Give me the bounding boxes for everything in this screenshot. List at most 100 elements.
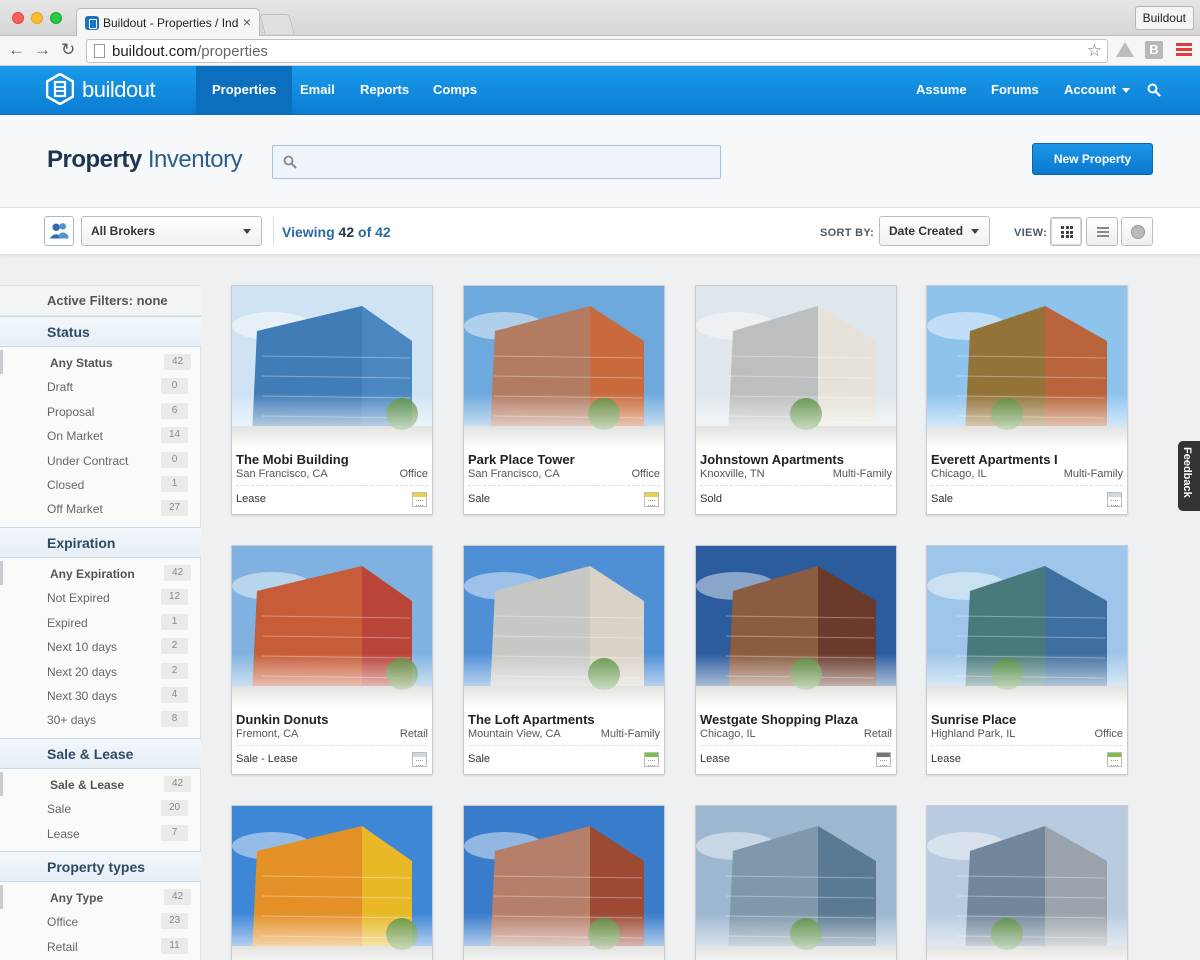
calendar-icon[interactable]	[644, 752, 659, 767]
browser-tab[interactable]: Buildout - Properties / Inde ×	[76, 8, 260, 37]
property-card[interactable]: Johnstown Apartments Knoxville, TN Multi-F…	[695, 285, 897, 515]
filter-option[interactable]: Proposal 6	[0, 399, 201, 423]
filter-option[interactable]: Sale & Lease 42	[0, 772, 201, 796]
nav-properties[interactable]: Properties	[196, 66, 293, 114]
filter-option[interactable]: Any Status 42	[0, 350, 201, 374]
filter-option[interactable]: Off Market 27	[0, 496, 201, 520]
filter-section-expiration[interactable]: Expiration	[0, 527, 201, 558]
property-photo[interactable]	[696, 286, 896, 448]
property-card[interactable]: Westgate Shopping Plaza Chicago, IL Retail…	[695, 545, 897, 775]
property-title[interactable]: Dunkin Donuts	[236, 712, 328, 727]
grid-view-button[interactable]	[1050, 217, 1082, 246]
property-card[interactable]: The Loft Apartments Mountain View, CA Mult…	[463, 545, 665, 775]
broker-select[interactable]: All Brokers	[81, 216, 262, 246]
window-minimize-icon[interactable]	[31, 12, 43, 24]
property-photo[interactable]	[927, 806, 1127, 960]
filter-count-badge: 11	[161, 937, 188, 954]
property-photo[interactable]	[464, 806, 664, 960]
filter-option[interactable]: Under Contract 0	[0, 448, 201, 472]
filter-option[interactable]: Next 10 days 2	[0, 634, 201, 658]
property-card[interactable]: The Mobi Building San Francisco, CA Office…	[231, 285, 433, 515]
profile-button[interactable]: Buildout	[1134, 6, 1194, 30]
sort-select[interactable]: Date Created	[879, 216, 990, 246]
property-photo[interactable]	[464, 546, 664, 708]
filter-option[interactable]: Sale 20	[0, 796, 201, 820]
filter-option[interactable]: Any Expiration 42	[0, 561, 201, 585]
property-photo[interactable]	[696, 546, 896, 708]
property-card[interactable]	[695, 805, 897, 960]
calendar-icon[interactable]	[1107, 492, 1122, 507]
filter-option[interactable]: Retail 11	[0, 934, 201, 958]
filter-option[interactable]: On Market 14	[0, 423, 201, 447]
property-card[interactable]	[463, 805, 665, 960]
property-title[interactable]: The Loft Apartments	[468, 712, 595, 727]
reload-icon[interactable]: ↻	[61, 40, 75, 60]
nav-email[interactable]: Email	[284, 66, 351, 114]
filter-option[interactable]: 30+ days 8	[0, 707, 201, 731]
filter-sidebar: Active Filters: none Status Any Status 42 D…	[0, 285, 201, 960]
filter-option[interactable]: Next 20 days 2	[0, 659, 201, 683]
search-input[interactable]	[303, 146, 713, 178]
property-card[interactable]: Park Place Tower San Francisco, CA Office S…	[463, 285, 665, 515]
property-card[interactable]: Sunrise Place Highland Park, IL Office Leas…	[926, 545, 1128, 775]
filter-option[interactable]: Expired 1	[0, 610, 201, 634]
property-card[interactable]: Dunkin Donuts Fremont, CA Retail Sale - Lea…	[231, 545, 433, 775]
filter-option[interactable]: Next 30 days 4	[0, 683, 201, 707]
calendar-icon[interactable]	[876, 752, 891, 767]
nav-account[interactable]: Account	[1048, 66, 1146, 114]
calendar-icon[interactable]	[412, 492, 427, 507]
nav-reports[interactable]: Reports	[344, 66, 425, 114]
nav-comps[interactable]: Comps	[417, 66, 493, 114]
forward-icon[interactable]: →	[34, 40, 51, 60]
property-card[interactable]	[926, 805, 1128, 960]
calendar-icon[interactable]	[412, 752, 427, 767]
property-title[interactable]: Johnstown Apartments	[700, 452, 844, 467]
b-extension-icon[interactable]: B	[1145, 41, 1163, 59]
filter-section-status[interactable]: Status	[0, 316, 201, 347]
property-card[interactable]: Everett Apartments I Chicago, IL Multi-Fam…	[926, 285, 1128, 515]
browser-menu-icon[interactable]	[1176, 43, 1192, 58]
filter-option[interactable]: Not Expired 12	[0, 585, 201, 609]
property-title[interactable]: Westgate Shopping Plaza	[700, 712, 858, 727]
filter-option[interactable]: Draft 0	[0, 374, 201, 398]
property-photo[interactable]	[927, 286, 1127, 448]
property-title[interactable]: Everett Apartments I	[931, 452, 1058, 467]
property-photo[interactable]	[232, 546, 432, 708]
filter-section-sale-lease[interactable]: Sale & Lease	[0, 738, 201, 769]
drive-extension-icon[interactable]	[1116, 42, 1134, 57]
window-close-icon[interactable]	[12, 12, 24, 24]
back-icon[interactable]: ←	[8, 40, 25, 60]
property-search[interactable]	[272, 145, 721, 179]
property-photo[interactable]	[232, 286, 432, 448]
list-view-button[interactable]	[1086, 217, 1118, 246]
filter-option[interactable]: Closed 1	[0, 472, 201, 496]
filter-section-property-types[interactable]: Property types	[0, 851, 201, 882]
nav-assume[interactable]: Assume	[900, 66, 983, 114]
filter-option[interactable]: Lease 7	[0, 821, 201, 845]
buildout-logo-icon[interactable]	[46, 73, 74, 105]
search-icon[interactable]	[1147, 83, 1161, 97]
property-title[interactable]: Park Place Tower	[468, 452, 575, 467]
map-view-button[interactable]	[1121, 217, 1153, 246]
filter-option[interactable]: Office 23	[0, 909, 201, 933]
tab-close-icon[interactable]: ×	[243, 14, 251, 30]
property-photo[interactable]	[696, 806, 896, 960]
brokers-icon[interactable]	[44, 216, 74, 246]
property-card[interactable]	[231, 805, 433, 960]
nav-forums[interactable]: Forums	[975, 66, 1055, 114]
calendar-icon[interactable]	[644, 492, 659, 507]
logo-text[interactable]: buildout	[82, 77, 156, 103]
property-photo[interactable]	[927, 546, 1127, 708]
new-property-button[interactable]: New Property	[1032, 143, 1153, 175]
new-tab-button[interactable]	[259, 14, 295, 34]
filter-option[interactable]: Any Type 42	[0, 885, 201, 909]
property-photo[interactable]	[464, 286, 664, 448]
property-photo[interactable]	[232, 806, 432, 960]
calendar-icon[interactable]	[1107, 752, 1122, 767]
bookmark-star-icon[interactable]: ☆	[1087, 41, 1102, 61]
window-zoom-icon[interactable]	[50, 12, 62, 24]
feedback-tab[interactable]: Feedback	[1178, 441, 1200, 511]
property-title[interactable]: Sunrise Place	[931, 712, 1016, 727]
address-bar[interactable]: buildout.com/properties ☆	[86, 39, 1108, 63]
property-title[interactable]: The Mobi Building	[236, 452, 349, 467]
